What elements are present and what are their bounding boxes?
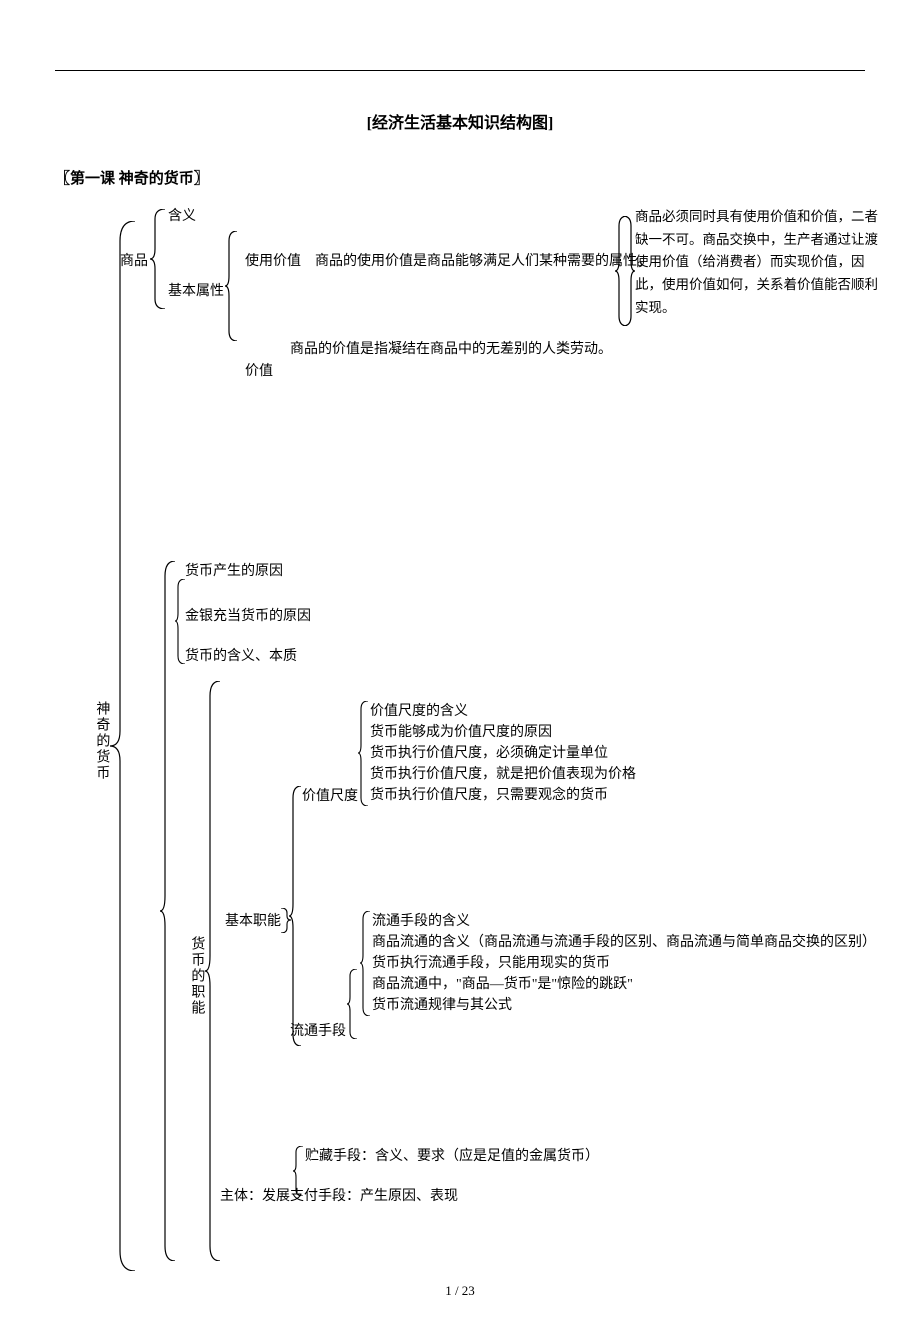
payment-text: 支付手段：产生原因、表现 — [290, 1189, 458, 1204]
value-label: 价值 — [245, 361, 273, 383]
page-number: 1 / 23 — [55, 1281, 865, 1302]
currency-meaning-nature: 货币的含义、本质 — [185, 646, 297, 668]
storage-text: 贮藏手段：含义、要求（应是足值的金属货币） — [305, 1146, 599, 1168]
circ-line5: 货币流通规律与其公式 — [372, 995, 512, 1017]
storage-brace-icon — [293, 1146, 305, 1196]
circ-line4: 商品流通中，"商品—货币"是"惊险的跳跃" — [372, 974, 633, 996]
value-desc: 商品的价值是指凝结在商品中的无差别的人类劳动。 — [290, 339, 612, 361]
use-value-desc: 商品的使用价值是商品能够满足人们某种需要的属性。 — [315, 251, 651, 273]
use-value-label: 使用价值 — [245, 251, 301, 273]
vm-line1: 价值尺度的含义 — [370, 701, 468, 723]
value-measure-label: 价值尺度 — [302, 786, 358, 808]
vm-line3: 货币执行价值尺度，必须确定计量单位 — [370, 743, 608, 765]
diagram-container: 神奇的货币 商品 含义 基本属性 使用价值 商品的使用价值是商品能够满足人们某种… — [55, 211, 865, 1271]
commodity-label: 商品 — [120, 251, 148, 273]
currency-brace-icon — [160, 561, 178, 1261]
commodity-attrs: 基本属性 — [168, 281, 224, 303]
basic-func-span-brace-icon — [289, 786, 304, 1046]
functions-brace-icon — [205, 681, 223, 1261]
currency-origin: 货币产生的原因 — [185, 561, 283, 583]
circ-line3: 货币执行流通手段，只能用现实的货币 — [372, 953, 610, 975]
root-brace-icon — [110, 221, 140, 1271]
origin-brace-icon — [175, 579, 187, 664]
note-right-brace-icon — [623, 216, 638, 326]
commodity-brace-icon — [150, 209, 168, 309]
circ-line2: 商品流通的含义（商品流通与流通手段的区别、商品流通与简单商品交换的区别） — [372, 932, 882, 954]
circ-line1: 流通手段的含义 — [372, 911, 470, 933]
gold-silver: 金银充当货币的原因 — [185, 606, 311, 628]
commodity-meaning: 含义 — [168, 206, 196, 228]
page-title: [经济生活基本知识结构图] — [55, 111, 865, 137]
basic-func-label: 基本职能 — [225, 911, 281, 933]
main-body-prefix: 主体：发展 — [220, 1189, 290, 1204]
circulation-label: 流通手段 — [290, 1021, 346, 1043]
vm-line5: 货币执行价值尺度，只需要观念的货币 — [370, 785, 608, 807]
vm-line4: 货币执行价值尺度，就是把价值表现为价格 — [370, 764, 636, 786]
vm-line2: 货币能够成为价值尺度的原因 — [370, 722, 552, 744]
note-box: 商品必须同时具有使用价值和价值，二者缺一不可。商品交换中，生产者通过让渡使用价值… — [635, 206, 885, 321]
main-body-label: 主体：发展支付手段：产生原因、表现 — [220, 1186, 458, 1208]
lesson-heading: 〖第一课 神奇的货币〗 — [55, 167, 865, 191]
circ-small-brace-icon — [347, 969, 359, 1039]
top-rule — [55, 70, 865, 71]
attrs-brace-icon — [225, 231, 240, 341]
